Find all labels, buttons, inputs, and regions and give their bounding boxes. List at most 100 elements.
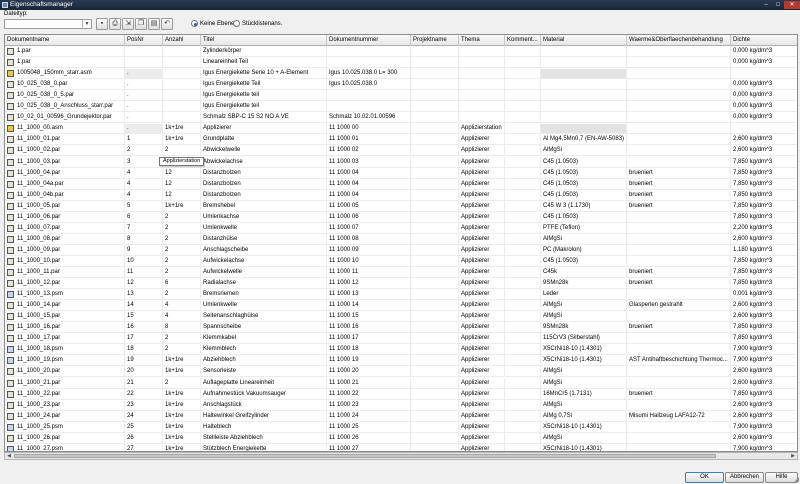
column-header-name[interactable]: Dokumentname xyxy=(5,35,125,46)
cell-dokumentnummer[interactable]: 11 1000 27 xyxy=(327,443,411,451)
dateityp-combo[interactable]: ▼ xyxy=(4,19,92,29)
cell-anzahl[interactable]: 2 xyxy=(163,211,201,223)
cell-kommentar[interactable] xyxy=(505,46,541,57)
cell-projektname[interactable] xyxy=(411,211,459,223)
cell-thema[interactable]: Applizierer xyxy=(459,344,505,356)
cell-thema[interactable] xyxy=(459,79,505,91)
cell-kommentar[interactable] xyxy=(505,311,541,323)
cell-thema[interactable]: Applizierer xyxy=(459,145,505,157)
cell-titel[interactable]: Radialachse xyxy=(201,278,327,290)
cell-anzahl[interactable]: 1k+1re xyxy=(163,200,201,212)
cell-dichte[interactable]: 2,200 kg/dm^3 xyxy=(731,223,797,234)
cell-anzahl[interactable]: 1k+1re xyxy=(163,410,201,422)
cell-name[interactable]: 10_025_038_0_5.par xyxy=(5,90,125,102)
cell-anzahl[interactable]: 1k+1re xyxy=(163,432,201,444)
cell-waerme[interactable]: brueniert xyxy=(627,267,731,278)
cell-titel[interactable]: Auflageplatte Lineareinheit xyxy=(201,377,327,389)
cell-projektname[interactable] xyxy=(411,90,459,102)
cell-titel[interactable]: Anschlagscheibe xyxy=(201,244,327,256)
cell-thema[interactable]: Applizierer xyxy=(459,189,505,201)
cell-dokumentnummer[interactable]: 11 1000 04 xyxy=(327,178,411,190)
cell-name[interactable]: 11_1000_03.par xyxy=(5,156,125,168)
cell-titel[interactable]: Seitenanschlaghülse xyxy=(201,311,327,323)
table-row[interactable]: 11_1000_14.par 14 4 Umlenkwelle 11 1000 14 Ap… xyxy=(5,300,797,312)
table-row[interactable]: 11_1000_00.asm. 1k+1re Applizierer 11 1000 … xyxy=(5,123,797,135)
cell-dokumentnummer[interactable]: 11 1000 00 xyxy=(327,123,411,135)
cell-kommentar[interactable] xyxy=(505,344,541,356)
cell-thema[interactable]: Applizierstation xyxy=(459,123,505,135)
table-row[interactable]: 10_025_038_0_Anschluss_starr.par. Igus En… xyxy=(5,101,797,113)
table-row[interactable]: 11_1000_09.par 9 2 Anschlagscheibe 11 1000 0… xyxy=(5,244,797,256)
cell-kommentar[interactable] xyxy=(505,432,541,444)
table-row[interactable]: 11_1000_11.par 11 2 Aufwickelwelle 11 1000 1… xyxy=(5,267,797,279)
cell-dokumentnummer[interactable]: 11 1000 09 xyxy=(327,244,411,256)
cell-anzahl[interactable]: 2 xyxy=(163,222,201,234)
cell-dokumentnummer[interactable]: 11 1000 10 xyxy=(327,255,411,267)
cell-anzahl[interactable] xyxy=(163,90,201,102)
cell-name[interactable]: 11_1000_00.asm xyxy=(5,123,125,135)
minimize-button[interactable]: – xyxy=(760,1,772,9)
cell-waerme[interactable]: brueniert xyxy=(627,178,731,190)
cell-titel[interactable]: Igus Energiekette Serie 10 + A-Element xyxy=(201,68,327,80)
cell-dichte[interactable]: 0,000 kg/dm^3 xyxy=(731,90,797,101)
cell-titel[interactable]: Umlenkachse xyxy=(201,211,327,223)
cell-dichte[interactable]: 7,850 kg/dm^3 xyxy=(731,278,797,289)
cell-material[interactable]: Al Mg4,5Mn0,7 (EN-AW-5083) xyxy=(541,134,627,146)
cell-anzahl[interactable]: 1k+1re xyxy=(163,388,201,400)
cell-material[interactable]: AlMgSi xyxy=(541,366,627,378)
cell-titel[interactable]: Sensorleiste xyxy=(201,366,327,378)
cell-projektname[interactable] xyxy=(411,145,459,157)
cell-name[interactable]: 10_02_01_00596_Grundejektor.par xyxy=(5,112,125,124)
cell-kommentar[interactable] xyxy=(505,255,541,267)
cell-projektname[interactable] xyxy=(411,344,459,356)
cell-name[interactable]: 11_1000_13.psm xyxy=(5,289,125,301)
cell-kommentar[interactable] xyxy=(505,267,541,278)
table-row[interactable]: 11_1000_25.psm 25 1k+1re Halteblech 11 1000 … xyxy=(5,421,797,433)
cell-titel[interactable]: Bremshebel xyxy=(201,200,327,212)
table-row[interactable]: 11_1000_08.par 8 2 Distanzhülse 11 1000 08 Ap… xyxy=(5,233,797,245)
cell-material[interactable]: PC (Makrolon) xyxy=(541,244,627,256)
cell-name[interactable]: 1.par xyxy=(5,57,125,69)
cell-waerme[interactable] xyxy=(627,333,731,345)
cell-dokumentnummer[interactable]: 11 1000 03 xyxy=(327,156,411,168)
cell-kommentar[interactable] xyxy=(505,68,541,80)
cell-dichte[interactable]: 0,000 kg/dm^3 xyxy=(731,57,797,68)
cell-waerme[interactable] xyxy=(627,344,731,356)
cell-dichte[interactable]: 7,900 kg/dm^3 xyxy=(731,422,797,433)
cell-material[interactable]: C45 (1.0503) xyxy=(541,255,627,267)
paste-icon[interactable]: ▤ xyxy=(148,18,160,30)
cell-name[interactable]: 11_1000_04a.par xyxy=(5,178,125,190)
cell-anzahl[interactable]: 1k+1re xyxy=(163,366,201,378)
cell-kommentar[interactable] xyxy=(505,443,541,451)
cell-thema[interactable]: Applizierer xyxy=(459,399,505,411)
table-row[interactable]: 11_1000_27.psm 27 1k+1re Stützblech Energie… xyxy=(5,443,797,451)
cell-posnr[interactable] xyxy=(125,57,163,69)
cell-waerme[interactable]: brueniert xyxy=(627,322,731,334)
cell-dichte[interactable]: 7,850 kg/dm^3 xyxy=(731,168,797,179)
cell-waerme[interactable] xyxy=(627,90,731,102)
table-row[interactable]: 11_1000_15.par 15 4 Seitenanschlaghülse 11 1… xyxy=(5,311,797,323)
cell-name[interactable]: 11_1000_25.psm xyxy=(5,421,125,433)
cell-dokumentnummer[interactable]: 11 1000 11 xyxy=(327,267,411,278)
cell-posnr[interactable]: 10 xyxy=(125,255,163,267)
cell-waerme[interactable] xyxy=(627,432,731,444)
cell-waerme[interactable] xyxy=(627,443,731,451)
cell-dokumentnummer[interactable]: 11 1000 17 xyxy=(327,333,411,345)
column-header-dokumentnummer[interactable]: Dokumentnummer xyxy=(327,35,411,46)
column-header-material[interactable]: Material xyxy=(541,35,627,46)
cell-kommentar[interactable] xyxy=(505,377,541,389)
cell-posnr[interactable]: 24 xyxy=(125,410,163,422)
cell-name[interactable]: 11_1000_04b.par xyxy=(5,189,125,201)
cell-material[interactable]: PTFE (Teflon) xyxy=(541,222,627,234)
table-row[interactable]: 11_1000_13.psm 13 2 Bremsriemen 11 1000 13 Ap… xyxy=(5,289,797,301)
cell-projektname[interactable] xyxy=(411,112,459,124)
cell-dichte[interactable]: 7,900 kg/dm^3 xyxy=(731,355,797,366)
cell-waerme[interactable] xyxy=(627,255,731,267)
cell-titel[interactable]: Aufnahmestück Vakuumsauger xyxy=(201,388,327,400)
cell-kommentar[interactable] xyxy=(505,145,541,157)
cell-anzahl[interactable] xyxy=(163,57,201,69)
cell-material[interactable]: C45 (1.0503) xyxy=(541,189,627,201)
table-row[interactable]: 11_1000_04.par 4 12 Distanzbolzen 11 1000 04… xyxy=(5,167,797,179)
cell-thema[interactable]: Applizierer xyxy=(459,278,505,290)
cell-dichte[interactable]: 7,850 kg/dm^3 xyxy=(731,333,797,344)
